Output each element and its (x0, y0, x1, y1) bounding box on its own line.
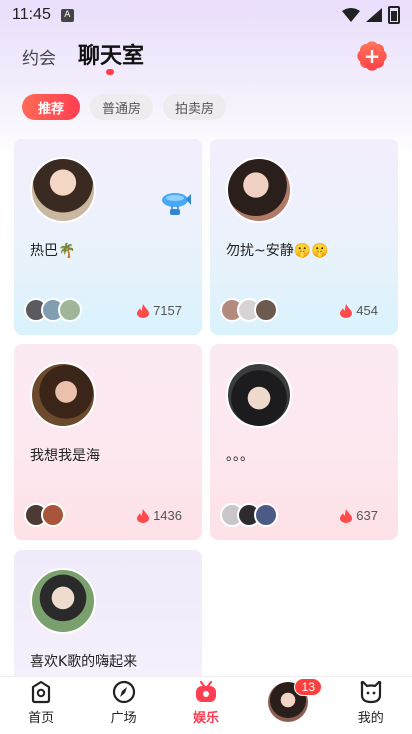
nav-plaza-label: 广场 (110, 711, 137, 726)
nav-home[interactable]: 首页 (11, 679, 71, 726)
battery-icon (388, 6, 400, 24)
room-member-avatars (220, 503, 278, 527)
room-card[interactable]: 勿扰~安静🤫🤫 454 (210, 139, 398, 335)
bottom-nav: 首页 广场 娱乐 13 我的 (0, 676, 412, 734)
heat-count: 637 (356, 508, 378, 523)
heat-count: 454 (356, 303, 378, 318)
heat-count: 1436 (153, 508, 182, 523)
flame-icon (137, 303, 150, 318)
top-header: 约会 聊天室 + (0, 36, 412, 80)
tab-chatroom[interactable]: 聊天室 (78, 38, 144, 70)
room-card[interactable]: 。。。 637 (210, 344, 398, 540)
status-bar: 11:45 A (0, 0, 412, 30)
heat-count: 7157 (153, 303, 182, 318)
room-filter-chips: 推荐 普通房 拍卖房 (22, 94, 227, 120)
status-icons (342, 6, 400, 24)
room-heat: 1436 (137, 508, 182, 523)
room-card[interactable]: 热巴🌴 7157 (14, 139, 202, 335)
member-avatar (254, 298, 278, 322)
flame-icon (340, 303, 353, 318)
tab-date[interactable]: 约会 (22, 44, 56, 69)
add-room-button[interactable]: + (360, 44, 384, 68)
room-title: 勿扰~安静🤫🤫 (226, 243, 329, 259)
member-avatar (41, 503, 65, 527)
nav-mine-label: 我的 (357, 711, 384, 726)
flame-icon (137, 508, 150, 523)
chip-recommended[interactable]: 推荐 (22, 94, 81, 120)
room-host-avatar (226, 362, 292, 428)
app-notification-icon: A (60, 8, 74, 22)
room-host-avatar (30, 568, 96, 634)
nav-plaza[interactable]: 广场 (94, 679, 154, 726)
entertainment-icon (195, 680, 216, 702)
room-card[interactable]: 我想我是海 1436 (14, 344, 202, 540)
room-member-avatars (220, 298, 278, 322)
room-title: 。。。 (226, 448, 254, 464)
nav-mine[interactable]: 我的 (341, 679, 401, 726)
bear-face-icon (360, 680, 382, 704)
unread-badge: 13 (294, 678, 323, 696)
flame-icon (340, 508, 353, 523)
room-host-avatar (226, 157, 292, 223)
plus-square-icon: + (363, 44, 381, 68)
room-heat: 454 (340, 303, 378, 318)
room-title: 喜欢K歌的嗨起来 (30, 654, 138, 670)
room-member-avatars (24, 503, 65, 527)
room-title: 我想我是海 (30, 448, 100, 464)
room-heat: 7157 (137, 303, 182, 318)
room-heat: 637 (340, 508, 378, 523)
member-avatar (254, 503, 278, 527)
nav-avatar-wrap: 13 (268, 678, 323, 722)
nav-messages[interactable]: 13 (258, 678, 323, 726)
nav-home-label: 首页 (28, 711, 55, 726)
active-tab-indicator (106, 69, 114, 75)
room-host-avatar (30, 157, 96, 223)
status-time: 11:45 (12, 6, 51, 23)
wifi-icon (342, 8, 360, 22)
chip-normal-room[interactable]: 普通房 (90, 94, 154, 120)
member-avatar (58, 298, 82, 322)
signal-icon (366, 8, 382, 22)
blimp-icon (162, 193, 191, 215)
room-member-avatars (24, 298, 82, 322)
home-icon (32, 680, 51, 704)
room-card[interactable]: 喜欢K歌的嗨起来 (14, 550, 202, 676)
chip-auction-room[interactable]: 拍卖房 (163, 94, 227, 120)
room-title: 热巴🌴 (30, 243, 76, 259)
nav-entertainment[interactable]: 娱乐 (176, 679, 236, 726)
room-host-avatar (30, 362, 96, 428)
nav-entertainment-label: 娱乐 (192, 711, 219, 726)
compass-icon (112, 680, 135, 704)
